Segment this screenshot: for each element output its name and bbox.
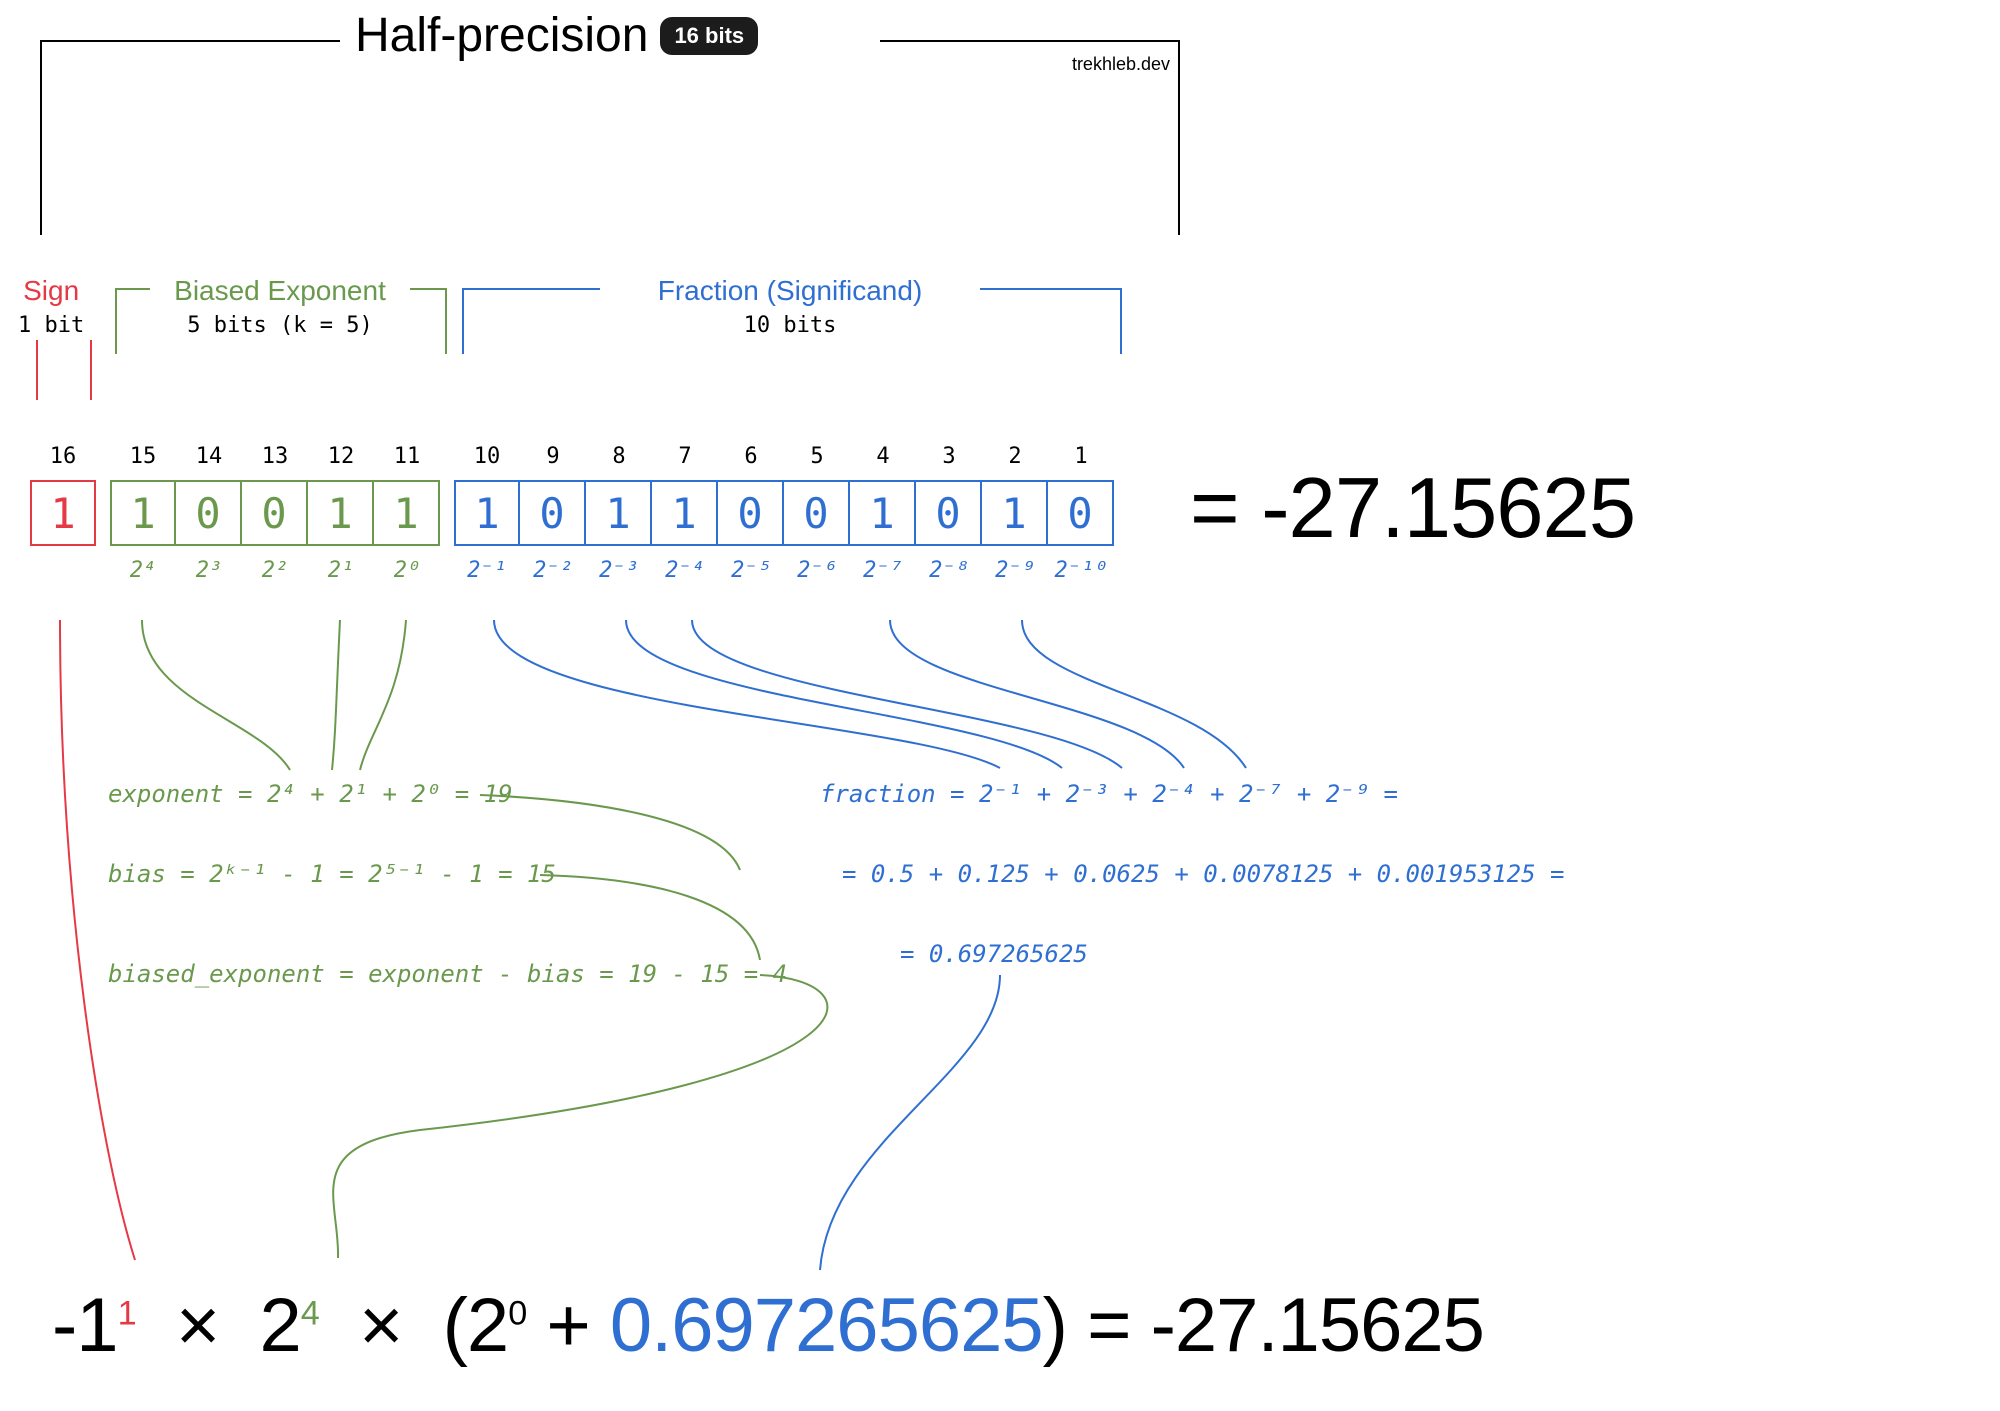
fraction-calc-3: = 0.697265625 <box>900 940 1088 968</box>
frac-section-label: Fraction (Significand) 10 bits <box>600 275 980 339</box>
exp-power-label: 2⁰ <box>374 558 440 583</box>
title-text: Half-precision <box>355 8 648 63</box>
bit-index: 16 <box>30 444 96 469</box>
frac-power-label: 2⁻⁸ <box>916 558 982 583</box>
fraction-bit-cell: 0 <box>718 480 784 546</box>
bias-calc: bias = 2ᵏ⁻¹ - 1 = 2⁵⁻¹ - 1 = 15 <box>108 860 556 888</box>
f-plus: + <box>546 1283 589 1368</box>
fraction-bit-cell: 1 <box>454 480 520 546</box>
sign-sub: 1 bit <box>18 313 84 338</box>
fraction-calc-2: = 0.5 + 0.125 + 0.0625 + 0.0078125 + 0.0… <box>842 860 1564 888</box>
bit-index: 10 <box>454 444 520 469</box>
bit-index: 6 <box>718 444 784 469</box>
f-mult2: × <box>359 1283 402 1368</box>
fraction-bit-cell: 1 <box>850 480 916 546</box>
exp-sub: 5 bits (k = 5) <box>187 313 372 338</box>
biased-exponent-calc: biased_exponent = exponent - bias = 19 -… <box>108 960 787 988</box>
f-neg1: -1 <box>52 1283 118 1368</box>
fraction-bit-cell: 0 <box>520 480 586 546</box>
exp-power-label: 2² <box>242 558 308 583</box>
frac-power-label: 2⁻⁴ <box>652 558 718 583</box>
frac-power-label: 2⁻⁹ <box>982 558 1048 583</box>
title-bracket-left <box>40 40 340 235</box>
bit-index: 5 <box>784 444 850 469</box>
bit-index: 2 <box>982 444 1048 469</box>
frac-power-label: 2⁻⁷ <box>850 558 916 583</box>
exp-section-label: Biased Exponent 5 bits (k = 5) <box>150 275 410 339</box>
frac-power-label: 2⁻⁶ <box>784 558 850 583</box>
page-title: Half-precision 16 bits <box>355 8 758 63</box>
bit-index: 14 <box>176 444 242 469</box>
fraction-bit-cell: 0 <box>1048 480 1114 546</box>
exponent-bit-cell: 0 <box>242 480 308 546</box>
frac-power-label: 2⁻¹ <box>454 558 520 583</box>
exp-power-label: 2⁴ <box>110 558 176 583</box>
equals-result: = -27.15625 <box>1190 460 1635 558</box>
bit-index: 3 <box>916 444 982 469</box>
exponent-bit-cell: 1 <box>110 480 176 546</box>
f-mult1: × <box>176 1283 219 1368</box>
frac-power-label: 2⁻¹⁰ <box>1048 558 1114 583</box>
sign-bit-cell: 1 <box>30 480 96 546</box>
frac-power-label: 2⁻³ <box>586 558 652 583</box>
f-eq: = <box>1087 1283 1130 1368</box>
bit-index: 7 <box>652 444 718 469</box>
fraction-bit-cell: 1 <box>586 480 652 546</box>
bits-badge: 16 bits <box>660 17 758 55</box>
frac-power-label: 2⁻² <box>520 558 586 583</box>
exponent-bit-cell: 1 <box>374 480 440 546</box>
exp-label: Biased Exponent <box>174 275 386 306</box>
f-base2: 2 <box>259 1283 300 1368</box>
exponent-calc: exponent = 2⁴ + 2¹ + 2⁰ = 19 <box>108 780 513 808</box>
fraction-bit-cell: 0 <box>916 480 982 546</box>
sign-label: Sign <box>23 275 79 306</box>
frac-power-label: 2⁻⁵ <box>718 558 784 583</box>
bit-index: 9 <box>520 444 586 469</box>
exp-power-label: 2¹ <box>308 558 374 583</box>
source-label: trekhleb.dev <box>1072 54 1170 75</box>
sign-section-label: Sign 1 bit <box>18 275 84 339</box>
bit-index: 4 <box>850 444 916 469</box>
f-fraction: 0.697265625 <box>610 1283 1043 1368</box>
final-formula: -11 × 24 × (20 + 0.697265625) = -27.1562… <box>52 1282 1484 1369</box>
bit-index: 15 <box>110 444 176 469</box>
bit-index: 8 <box>586 444 652 469</box>
exp-power-label: 2³ <box>176 558 242 583</box>
fraction-bit-cell: 1 <box>652 480 718 546</box>
bit-index: 12 <box>308 444 374 469</box>
f-close: ) <box>1043 1283 1067 1368</box>
sign-left-rule <box>36 340 38 400</box>
bit-index: 13 <box>242 444 308 469</box>
frac-sub: 10 bits <box>744 313 837 338</box>
frac-label: Fraction (Significand) <box>658 275 923 306</box>
f-sign-sup: 1 <box>118 1295 136 1333</box>
bit-index: 11 <box>374 444 440 469</box>
f-zero-sup: 0 <box>508 1295 526 1333</box>
exponent-bit-cell: 0 <box>176 480 242 546</box>
f-open: (2 <box>443 1283 509 1368</box>
bit-index: 1 <box>1048 444 1114 469</box>
f-exp-sup: 4 <box>301 1295 319 1333</box>
bit-cells-row: 1100111011001010 <box>30 480 1114 546</box>
fraction-bit-cell: 1 <box>982 480 1048 546</box>
fraction-bit-cell: 0 <box>784 480 850 546</box>
fraction-calc-1: fraction = 2⁻¹ + 2⁻³ + 2⁻⁴ + 2⁻⁷ + 2⁻⁹ = <box>820 780 1398 808</box>
sign-right-rule <box>90 340 92 400</box>
f-result: -27.15625 <box>1151 1283 1484 1368</box>
exponent-bit-cell: 1 <box>308 480 374 546</box>
